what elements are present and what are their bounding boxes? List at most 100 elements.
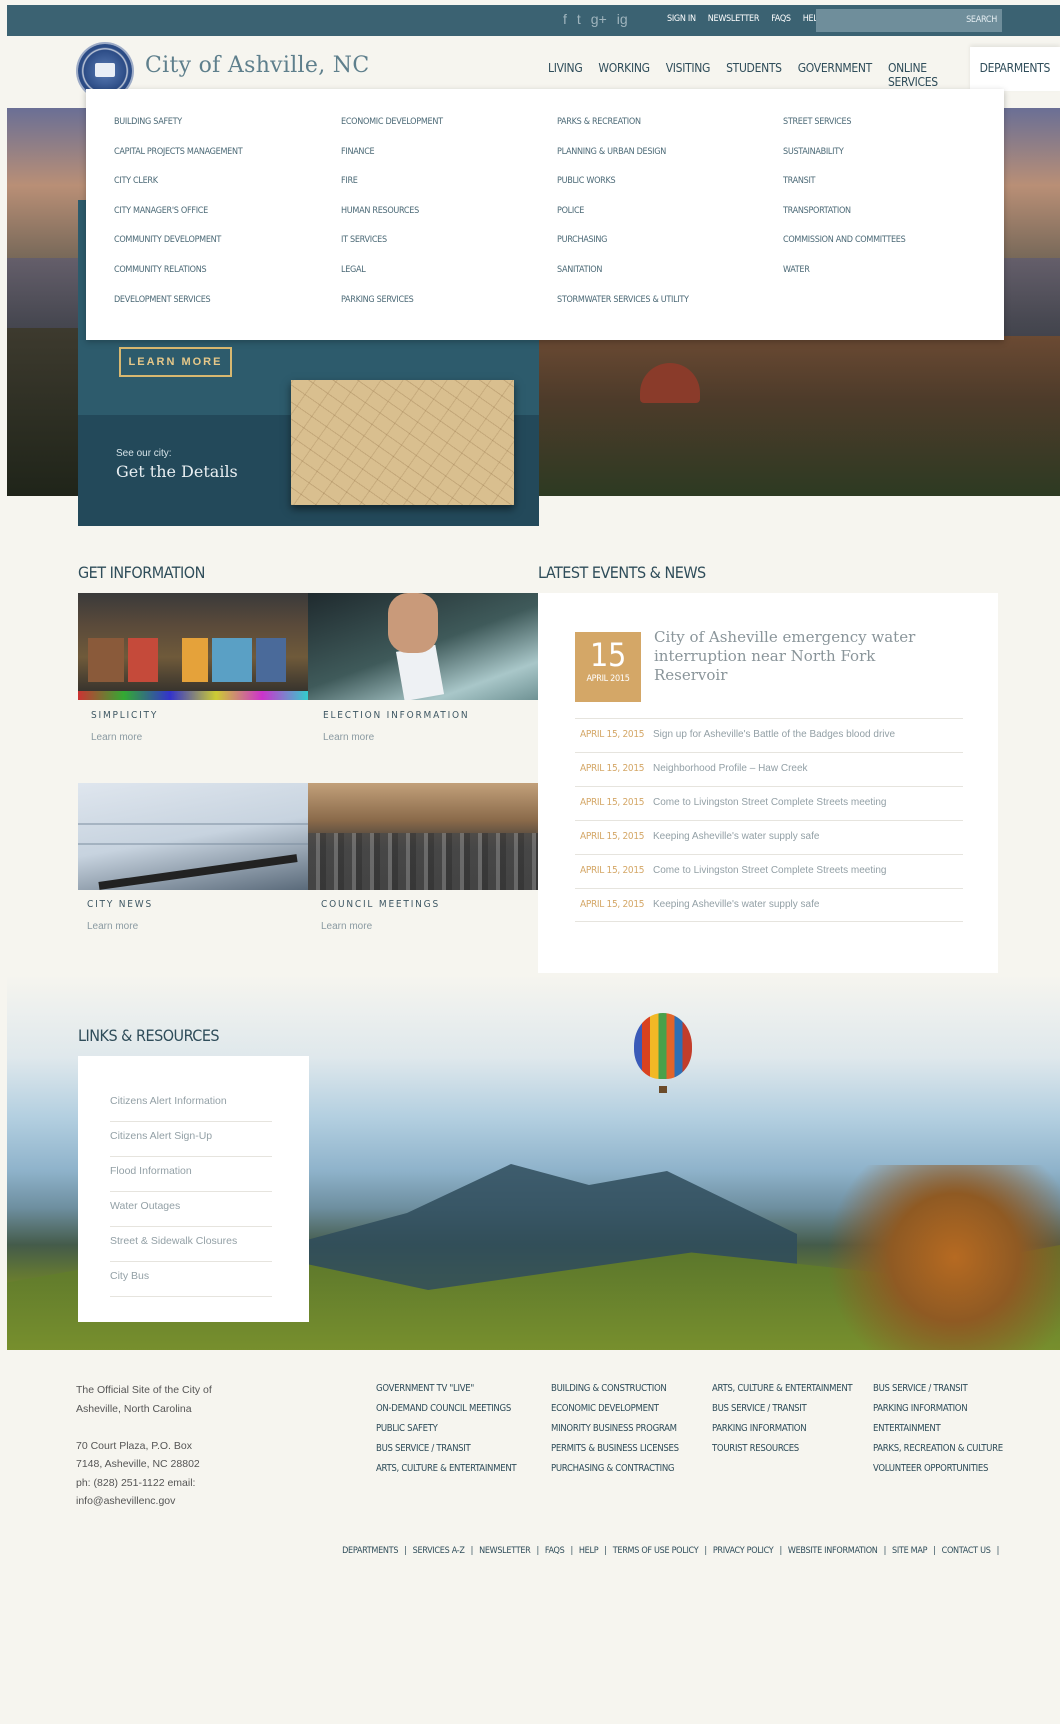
twitter-icon[interactable]: t [577, 11, 581, 27]
footer-link[interactable]: ECONOMIC DEVELOPMENT [551, 1403, 679, 1423]
footer-link[interactable]: BUILDING & CONSTRUCTION [551, 1383, 679, 1403]
dept-item[interactable]: PURCHASING [557, 235, 689, 265]
learn-more-button[interactable]: LEARN MORE [119, 347, 232, 377]
event-row[interactable]: APRIL 15, 2015 Neighborhood Profile – Ha… [575, 752, 963, 786]
nav-students[interactable]: STUDENTS [718, 61, 790, 91]
nav-living[interactable]: LIVING [540, 61, 590, 91]
dept-item[interactable]: POLICE [557, 206, 689, 236]
learn-more-link[interactable]: Learn more [323, 732, 374, 743]
event-title[interactable]: Keeping Asheville's water supply safe [653, 831, 819, 842]
event-row[interactable]: APRIL 15, 2015 Keeping Asheville's water… [575, 820, 963, 854]
site-title[interactable]: City of Ashville, NC [145, 53, 370, 78]
footer-link[interactable]: BUS SERVICE / TRANSIT [376, 1443, 516, 1463]
footer-link[interactable]: TOURIST RESOURCES [712, 1443, 852, 1463]
event-row[interactable]: APRIL 15, 2015 Keeping Asheville's water… [575, 888, 963, 922]
footer-link[interactable]: ON-DEMAND COUNCIL MEETINGS [376, 1403, 516, 1423]
footer-link[interactable]: VOLUNTEER OPPORTUNITIES [873, 1463, 1003, 1483]
bottom-link-departments[interactable]: DEPARTMENTS [342, 1546, 398, 1556]
dept-item[interactable]: DEVELOPMENT SERVICES [114, 295, 242, 325]
event-title[interactable]: Sign up for Asheville's Battle of the Ba… [653, 729, 895, 740]
facebook-icon[interactable]: f [563, 11, 567, 27]
council-meetings-image[interactable] [308, 783, 538, 890]
google-plus-icon[interactable]: g+ [591, 11, 607, 27]
learn-more-link[interactable]: Learn more [91, 732, 142, 743]
dept-item[interactable]: COMMUNITY DEVELOPMENT [114, 235, 242, 265]
newsletter-link[interactable]: NEWSLETTER [708, 14, 760, 24]
nav-working[interactable]: WORKING [590, 61, 657, 91]
bottom-link-newsletter[interactable]: NEWSLETTER [479, 1546, 531, 1556]
footer-link[interactable]: BUS SERVICE / TRANSIT [873, 1383, 1003, 1403]
event-row[interactable]: APRIL 15, 2015 Come to Livingston Street… [575, 854, 963, 888]
bottom-link-terms[interactable]: TERMS OF USE POLICY [613, 1546, 699, 1556]
footer-link[interactable]: MINORITY BUSINESS PROGRAM [551, 1423, 679, 1443]
dept-item[interactable]: PLANNING & URBAN DESIGN [557, 147, 689, 177]
footer-link[interactable]: ARTS, CULTURE & ENTERTAINMENT [376, 1463, 517, 1483]
dept-item[interactable]: PARKS & RECREATION [557, 117, 689, 147]
footer-link[interactable]: PERMITS & BUSINESS LICENSES [551, 1443, 679, 1463]
nav-online-services[interactable]: ONLINE SERVICES [880, 61, 970, 91]
event-title[interactable]: Keeping Asheville's water supply safe [653, 899, 819, 910]
dept-item[interactable]: STORMWATER SERVICES & UTILITY [557, 295, 689, 325]
dept-item[interactable]: WATER [783, 265, 905, 295]
footer-email[interactable]: info@ashevillenc.gov [76, 1492, 212, 1511]
event-title[interactable]: Come to Livingston Street Complete Stree… [653, 865, 886, 876]
resource-link[interactable]: Water Outages [110, 1192, 272, 1227]
dept-item[interactable]: TRANSIT [783, 176, 905, 206]
dept-item[interactable]: IT SERVICES [341, 235, 443, 265]
bottom-link-help[interactable]: HELP [579, 1546, 599, 1556]
learn-more-link[interactable]: Learn more [321, 921, 372, 932]
city-news-image[interactable] [78, 783, 308, 890]
nav-government[interactable]: GOVERNMENT [790, 61, 880, 91]
city-map-thumbnail[interactable] [291, 380, 514, 505]
dept-item[interactable]: SANITATION [557, 265, 689, 295]
resource-link[interactable]: Flood Information [110, 1157, 272, 1192]
tile-title[interactable]: ELECTION INFORMATION [323, 710, 469, 721]
search-button[interactable]: SEARCH [966, 15, 997, 25]
dept-item[interactable]: LEGAL [341, 265, 443, 295]
tile-title[interactable]: COUNCIL MEETINGS [321, 899, 440, 910]
nav-visiting[interactable]: VISITING [658, 61, 718, 91]
bottom-link-privacy[interactable]: PRIVACY POLICY [713, 1546, 774, 1556]
footer-link[interactable]: PUBLIC SAFETY [376, 1423, 516, 1443]
resource-link[interactable]: City Bus [110, 1262, 272, 1297]
footer-link[interactable]: PURCHASING & CONTRACTING [551, 1463, 679, 1483]
footer-link[interactable]: GOVERNMENT TV "LIVE" [376, 1383, 516, 1403]
footer-link[interactable]: PARKING INFORMATION [712, 1423, 852, 1443]
dept-item[interactable]: FIRE [341, 176, 443, 206]
dept-item[interactable]: ECONOMIC DEVELOPMENT [341, 117, 443, 147]
bottom-link-website-info[interactable]: WEBSITE INFORMATION [788, 1546, 878, 1556]
bottom-link-contact[interactable]: CONTACT US [942, 1546, 991, 1556]
dept-item[interactable]: CITY CLERK [114, 176, 242, 206]
bottom-link-services[interactable]: SERVICES A-Z [413, 1546, 465, 1556]
dept-item[interactable]: TRANSPORTATION [783, 206, 905, 236]
dept-item[interactable]: CITY MANAGER'S OFFICE [114, 206, 242, 236]
footer-link[interactable]: ARTS, CULTURE & ENTERTAINMENT [712, 1383, 853, 1403]
dept-item[interactable]: FINANCE [341, 147, 443, 177]
footer-link[interactable]: BUS SERVICE / TRANSIT [712, 1403, 852, 1423]
resource-link[interactable]: Citizens Alert Sign-Up [110, 1122, 272, 1157]
event-row[interactable]: APRIL 15, 2015 Sign up for Asheville's B… [575, 718, 963, 752]
event-title[interactable]: Come to Livingston Street Complete Stree… [653, 797, 886, 808]
dept-item[interactable]: PUBLIC WORKS [557, 176, 689, 206]
search-input[interactable]: SEARCH [816, 9, 1002, 32]
dept-item[interactable]: HUMAN RESOURCES [341, 206, 443, 236]
dept-item[interactable]: BUILDING SAFETY [114, 117, 242, 147]
event-title[interactable]: Neighborhood Profile – Haw Creek [653, 763, 808, 774]
resource-link[interactable]: Citizens Alert Information [110, 1087, 272, 1122]
instagram-icon[interactable]: ig [617, 11, 628, 27]
dept-item[interactable]: PARKING SERVICES [341, 295, 443, 325]
footer-link[interactable]: PARKS, RECREATION & CULTURE [873, 1443, 1003, 1463]
learn-more-link[interactable]: Learn more [87, 921, 138, 932]
dept-item[interactable]: SUSTAINABILITY [783, 147, 905, 177]
dept-item[interactable]: COMMUNITY RELATIONS [114, 265, 242, 295]
nav-departments[interactable]: DEPARMENTS [969, 47, 1060, 91]
event-row[interactable]: APRIL 15, 2015 Come to Livingston Street… [575, 786, 963, 820]
dept-item[interactable]: COMMISSION AND COMMITTEES [783, 235, 906, 265]
simplicity-image[interactable] [78, 593, 308, 700]
resource-link[interactable]: Street & Sidewalk Closures [110, 1227, 272, 1262]
featured-news-title[interactable]: City of Asheville emergency water interr… [654, 628, 944, 685]
election-image[interactable] [308, 593, 538, 700]
tile-title[interactable]: CITY NEWS [87, 899, 153, 910]
bottom-link-faqs[interactable]: FAQS [545, 1546, 565, 1556]
sign-in-link[interactable]: SIGN IN [667, 14, 696, 24]
